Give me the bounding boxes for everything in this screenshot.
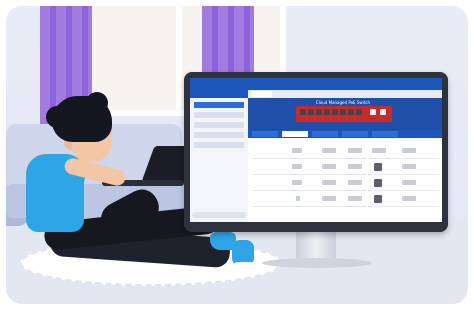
table-cell — [292, 180, 302, 185]
illustration-stage: Cloud Managed PoE Switch — [0, 0, 474, 310]
port-icon — [380, 109, 386, 115]
table-row[interactable] — [252, 160, 438, 175]
port-icon — [348, 109, 354, 115]
table-cell — [402, 180, 416, 185]
table-cell — [402, 196, 416, 201]
table-cell — [402, 148, 416, 153]
table-cell — [402, 164, 416, 169]
app-sidebar — [190, 90, 249, 222]
data-table — [252, 144, 438, 210]
port-icon — [300, 109, 306, 115]
app-main: Cloud Managed PoE Switch — [248, 90, 442, 222]
sidebar-header — [190, 90, 248, 98]
status-tab-row — [248, 130, 442, 138]
sidebar-scrollbar[interactable] — [192, 212, 246, 218]
shoe-sole — [234, 262, 256, 268]
main-tab[interactable] — [252, 91, 272, 97]
port-icon — [308, 109, 314, 115]
table-row[interactable] — [252, 144, 438, 159]
port-icon — [332, 109, 338, 115]
sidebar-item[interactable] — [194, 142, 244, 148]
table-cell — [322, 148, 336, 153]
table-cell — [292, 148, 302, 153]
monitor-base — [262, 258, 372, 268]
table-cell — [372, 148, 386, 153]
main-tabbar — [248, 90, 442, 98]
port-icon — [316, 109, 322, 115]
table-cell — [348, 164, 362, 169]
bottom-button-row — [288, 214, 408, 220]
device-icon — [374, 163, 382, 171]
port-icon — [324, 109, 330, 115]
port-icon — [340, 109, 346, 115]
status-tab[interactable] — [312, 131, 338, 137]
table-cell — [296, 196, 300, 201]
table-cell — [292, 164, 302, 169]
port-icon — [370, 109, 376, 115]
status-tab[interactable] — [372, 131, 398, 137]
table-cell — [322, 180, 336, 185]
status-tab[interactable] — [282, 131, 308, 137]
sidebar-item[interactable] — [194, 132, 244, 138]
device-icon — [374, 195, 382, 203]
monitor-icon: Cloud Managed PoE Switch — [184, 72, 448, 232]
table-cell — [322, 196, 336, 201]
sidebar-item[interactable] — [194, 122, 244, 128]
app-titlebar — [190, 78, 442, 96]
sidebar-item[interactable] — [194, 112, 244, 118]
table-cell — [348, 148, 362, 153]
status-tab[interactable] — [252, 131, 278, 137]
device-icon — [374, 179, 382, 187]
table-row[interactable] — [252, 192, 438, 207]
device-label: Cloud Managed PoE Switch — [315, 100, 371, 105]
port-icon — [356, 109, 362, 115]
status-tab[interactable] — [342, 131, 368, 137]
table-cell — [322, 164, 336, 169]
sidebar-item[interactable] — [194, 102, 244, 108]
person-hair — [46, 92, 112, 142]
table-cell — [348, 196, 362, 201]
switch-device-image — [296, 106, 392, 122]
app-title — [276, 80, 356, 88]
table-cell — [348, 180, 362, 185]
device-panel: Cloud Managed PoE Switch — [248, 98, 442, 130]
monitor-screen: Cloud Managed PoE Switch — [190, 78, 442, 222]
table-row[interactable] — [252, 176, 438, 191]
